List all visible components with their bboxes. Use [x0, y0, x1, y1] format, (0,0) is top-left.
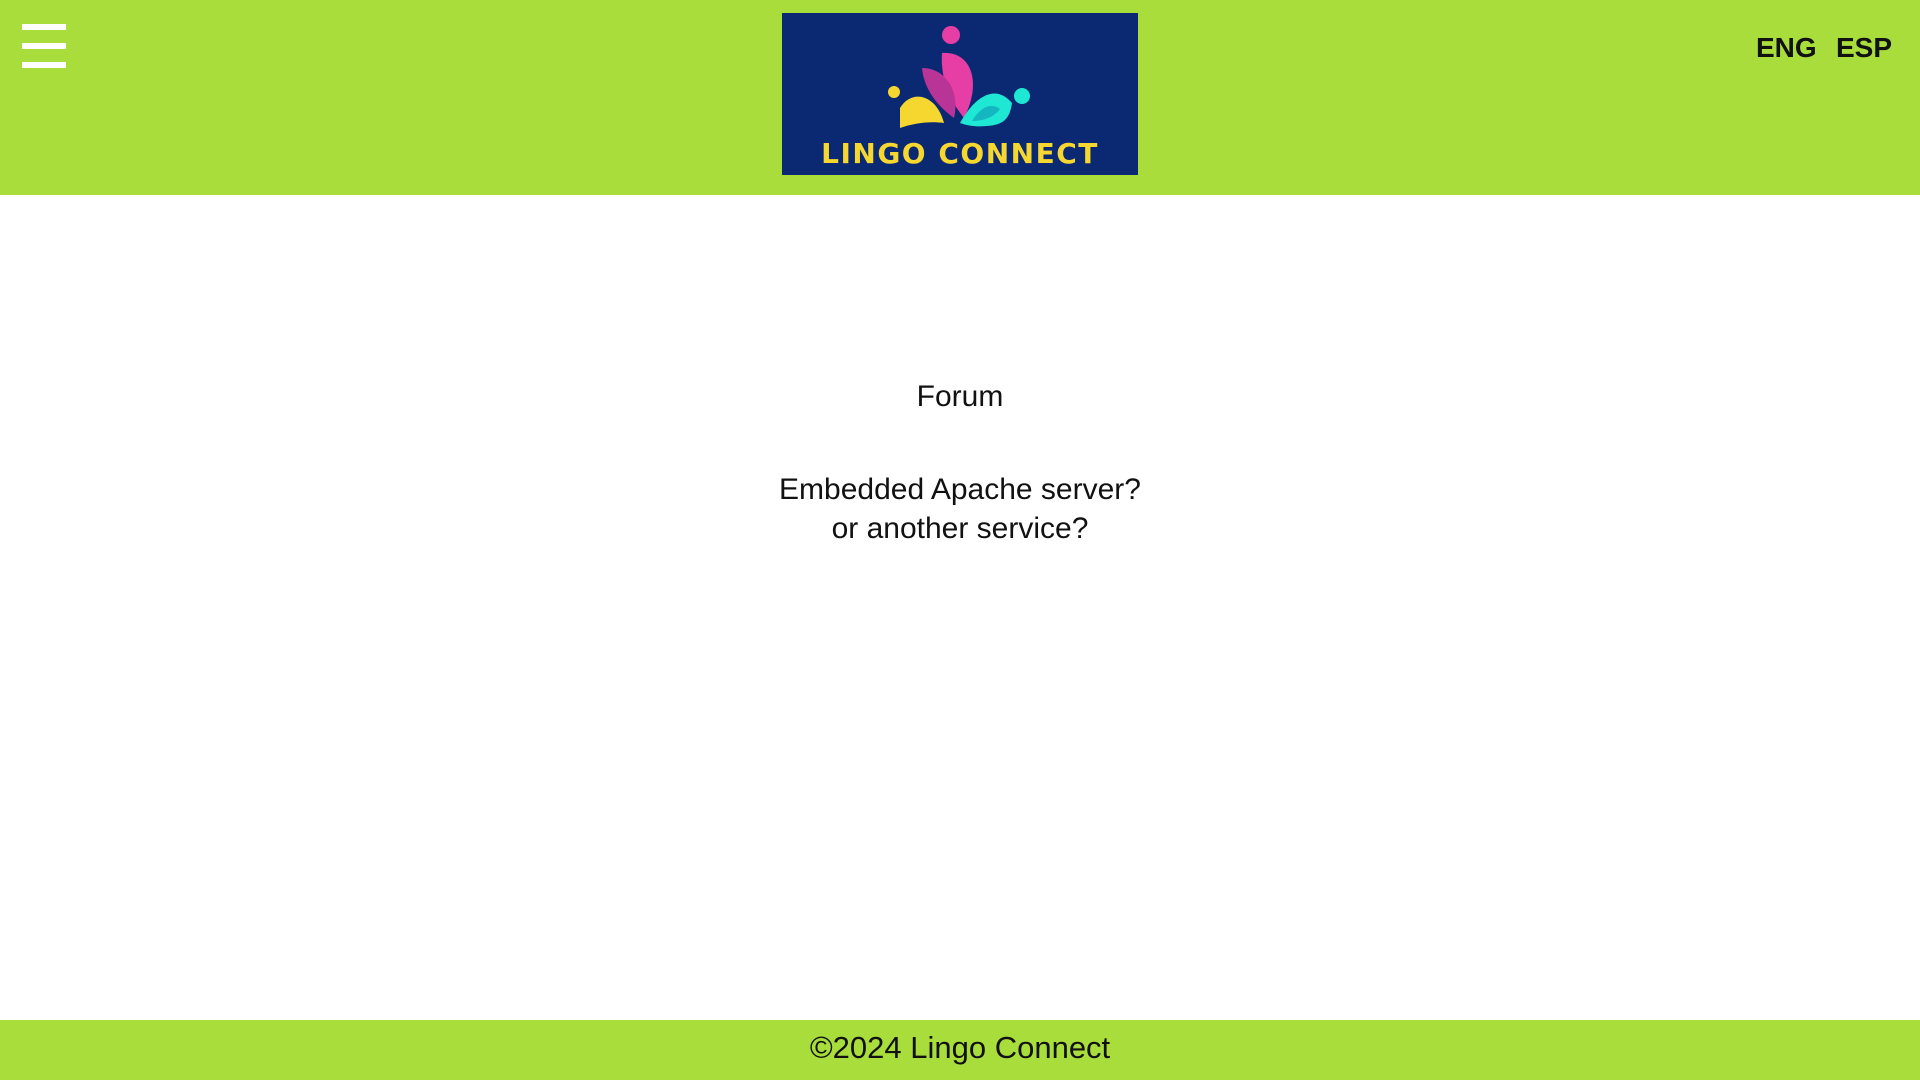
menu-bar-bottom [22, 62, 66, 68]
body-line-1: Embedded Apache server? [779, 473, 1141, 506]
logo-yellow-dot [888, 86, 900, 98]
page: LINGO CONNECT ENG ESP Forum Embedded Apa… [0, 0, 1920, 1080]
copyright-text: ©2024 Lingo Connect [809, 1030, 1111, 1065]
hamburger-menu-icon[interactable] [22, 24, 66, 68]
page-body-text: Embedded Apache server? or another servi… [0, 470, 1920, 548]
page-title: Forum [916, 380, 1004, 413]
logo-text: LINGO CONNECT [821, 137, 1099, 170]
site-header: LINGO CONNECT ENG ESP [0, 0, 1920, 195]
logo-pink-dot [942, 26, 960, 44]
language-spanish-link[interactable]: ESP [1836, 32, 1892, 64]
menu-bar-middle [22, 43, 66, 49]
site-footer: ©2024 Lingo Connect [0, 1020, 1920, 1080]
logo-cyan-dot [1014, 88, 1030, 104]
language-english-link[interactable]: ENG [1756, 32, 1817, 64]
menu-bar-top [22, 24, 66, 30]
body-line-2: or another service? [831, 512, 1089, 545]
site-logo[interactable]: LINGO CONNECT [782, 13, 1138, 175]
